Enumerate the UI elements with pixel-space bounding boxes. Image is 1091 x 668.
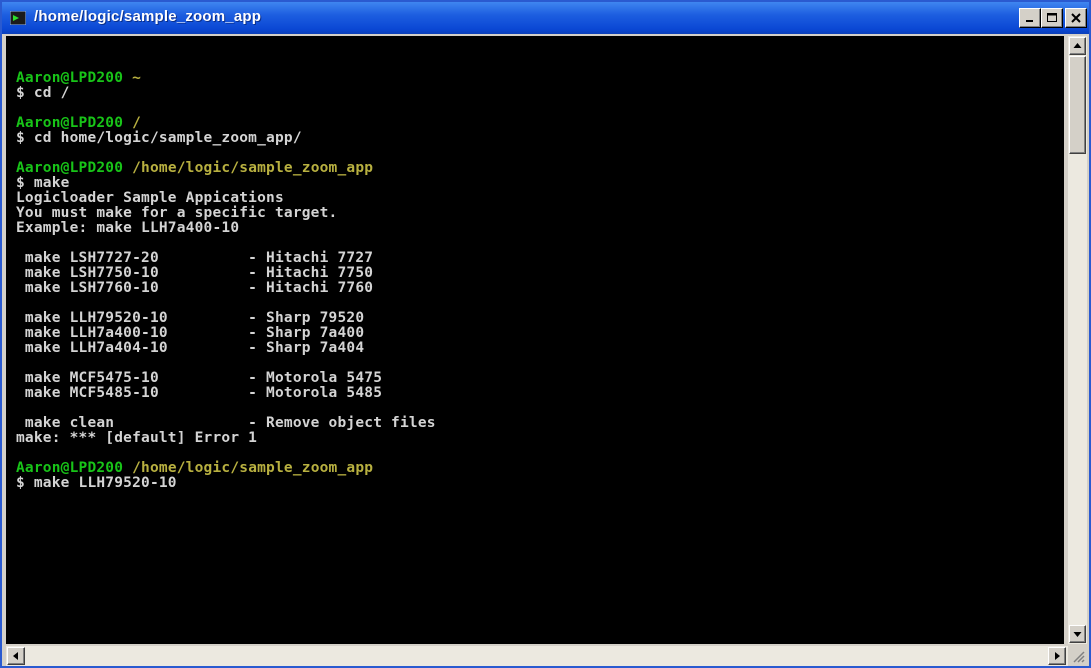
minimize-button[interactable] — [1019, 8, 1041, 28]
prompt-line: Aaron@LPD200 ~ — [16, 71, 141, 86]
output-line: Example: make LLH7a400-10 — [16, 220, 240, 236]
prompt-user-host: Aaron@LPD200 — [16, 115, 124, 131]
output-line: $ cd / — [16, 85, 70, 101]
prompt-line: Aaron@LPD200 /home/logic/sample_zoom_app — [16, 161, 373, 176]
prompt-path: /home/logic/sample_zoom_app — [123, 160, 374, 176]
scroll-down-button[interactable] — [1069, 625, 1086, 643]
scroll-left-button[interactable] — [7, 647, 25, 665]
prompt-path: /home/logic/sample_zoom_app — [123, 460, 374, 476]
output-line: make LSH7727-20 - Hitachi 7727 — [16, 250, 374, 266]
arrow-left-icon — [13, 652, 18, 660]
maximize-button[interactable] — [1041, 8, 1063, 28]
terminal-window: /home/logic/sample_zoom_app Aaron@LPD200… — [0, 0, 1091, 668]
minimize-icon — [1026, 20, 1033, 22]
output-line: make LLH7a400-10 - Sharp 7a400 — [16, 325, 365, 341]
window-title: /home/logic/sample_zoom_app — [34, 8, 262, 25]
close-icon — [1071, 13, 1081, 23]
prompt-user-host: Aaron@LPD200 — [16, 70, 124, 86]
resize-grip[interactable] — [1068, 646, 1087, 666]
arrow-up-icon — [1073, 43, 1082, 48]
prompt-path: ~ — [123, 70, 142, 86]
scroll-right-button[interactable] — [1048, 647, 1066, 665]
scroll-up-button[interactable] — [1069, 37, 1086, 55]
prompt-line: Aaron@LPD200 / — [16, 116, 141, 131]
prompt-path: / — [123, 115, 142, 131]
output-line: $ make — [16, 175, 70, 191]
prompt-user-host: Aaron@LPD200 — [16, 460, 124, 476]
output-line: make: *** [default] Error 1 — [16, 430, 258, 446]
maximize-icon — [1047, 13, 1057, 22]
prompt-user-host: Aaron@LPD200 — [16, 160, 124, 176]
terminal-output[interactable]: Aaron@LPD200 ~ $ cd / Aaron@LPD200 /$ cd h… — [6, 36, 1064, 644]
output-line: make clean - Remove object files — [16, 415, 436, 431]
arrow-down-icon — [1073, 632, 1082, 637]
output-line: make LLH7a404-10 - Sharp 7a404 — [16, 340, 365, 356]
output-line: Logicloader Sample Appications — [16, 190, 284, 206]
output-line: make LSH7750-10 - Hitachi 7750 — [16, 265, 374, 281]
output-line: make MCF5485-10 - Motorola 5485 — [16, 385, 383, 401]
horizontal-scrollbar[interactable] — [6, 646, 1068, 666]
close-button[interactable] — [1065, 8, 1087, 28]
output-line: $ cd home/logic/sample_zoom_app/ — [16, 130, 302, 146]
terminal-app-icon — [10, 11, 26, 25]
vertical-scrollbar[interactable] — [1068, 36, 1087, 644]
output-line: $ make LLH79520-10 — [16, 475, 177, 491]
arrow-right-icon — [1055, 652, 1060, 660]
prompt-line: Aaron@LPD200 /home/logic/sample_zoom_app — [16, 461, 373, 476]
title-bar[interactable]: /home/logic/sample_zoom_app — [2, 2, 1089, 34]
output-line: make LSH7760-10 - Hitachi 7760 — [16, 280, 374, 296]
output-line: make MCF5475-10 - Motorola 5475 — [16, 370, 383, 386]
vertical-scroll-thumb[interactable] — [1069, 56, 1086, 154]
resize-grip-icon — [1073, 651, 1085, 663]
output-line: make LLH79520-10 - Sharp 79520 — [16, 310, 365, 326]
output-line: You must make for a specific target. — [16, 205, 338, 221]
